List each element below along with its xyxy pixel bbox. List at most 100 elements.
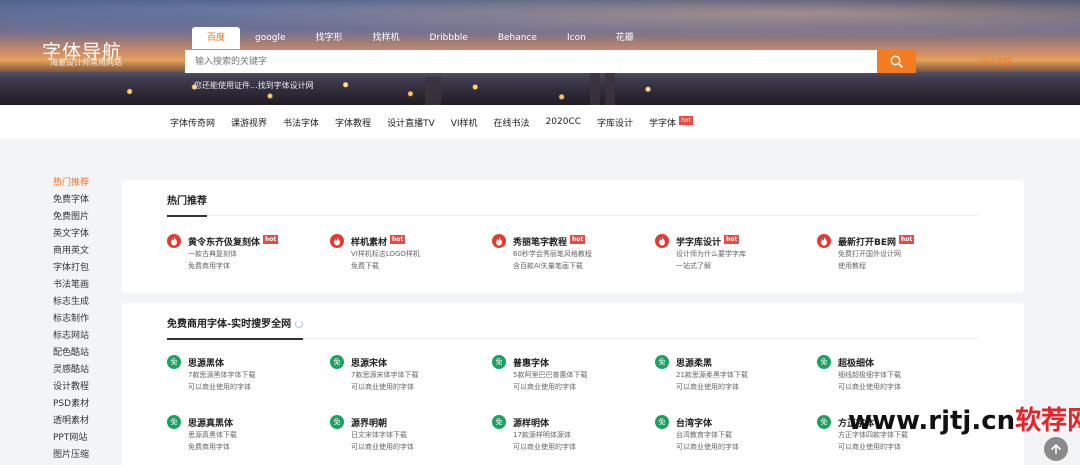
sidebar-item[interactable]: 书法笔画 xyxy=(53,277,113,294)
sidebar-item[interactable]: 字体打包 xyxy=(53,260,113,277)
sidebar-item[interactable]: 标志生成 xyxy=(53,294,113,311)
tab-behance[interactable]: Behance xyxy=(483,27,552,49)
nav-item[interactable]: 书法字体 xyxy=(283,116,319,129)
nav-item[interactable]: VI样机 xyxy=(451,116,478,129)
sidebar-item[interactable]: 图片压缩 xyxy=(53,447,113,464)
hot-recommend-card: 热门推荐 黄令东齐伋复刻体 hot 一款古典复刻体 免费商用字体 样机素材 hot … xyxy=(122,180,1024,293)
search-input[interactable] xyxy=(185,50,877,73)
item-desc: 60秒学会秀丽笔风格教程 xyxy=(513,250,592,258)
fire-icon xyxy=(330,234,344,248)
hot-badge: hot xyxy=(263,235,279,244)
tab-huaban[interactable]: 花瓣 xyxy=(601,27,649,49)
hot-badge: hot xyxy=(679,115,693,125)
item-label: 黄令东齐伋复刻体 xyxy=(188,238,261,248)
site-watermark: www.rjtj.cn软荐网 xyxy=(848,400,1080,437)
tab-find-glyph[interactable]: 找字形 xyxy=(301,27,358,49)
nav-item[interactable]: 设计直播TV xyxy=(387,116,435,129)
sidebar-item[interactable]: 英文字体 xyxy=(53,226,113,243)
watermark-brand: 软荐网 xyxy=(1015,406,1080,436)
item-desc: 一站式了解 xyxy=(676,262,711,270)
item-label: 学字库设计 xyxy=(676,238,722,248)
item-desc: 含百款AI矢量笔画下载 xyxy=(513,262,583,270)
item-desc: 免费商用字体 xyxy=(188,443,230,451)
item-desc: 使用教程 xyxy=(838,262,866,270)
sidebar-item[interactable]: 商用英文 xyxy=(53,243,113,260)
search-hint[interactable]: 您还能使用证件...找到字体设计网 xyxy=(194,80,314,91)
tab-find-mockup[interactable]: 找样机 xyxy=(358,27,415,49)
item-desc: 一款古典复刻体 xyxy=(188,250,237,258)
item-name: 超极细体 xyxy=(838,359,875,369)
item-name: 台湾字体 xyxy=(676,419,713,429)
nav-item[interactable]: 课游视界 xyxy=(231,116,267,129)
nav-item[interactable]: 字库设计 xyxy=(597,116,633,129)
card-title-text: 免费商用字体-实时搜罗全网 xyxy=(167,319,292,330)
item-name: 思源真黑体 xyxy=(188,419,234,429)
search-engine-tabs: 百度 google 找字形 找样机 Dribbble Behance Icon … xyxy=(192,27,649,49)
sidebar-item[interactable]: 标志网站 xyxy=(53,328,113,345)
item-name: 思源黑体 xyxy=(188,359,225,369)
sidebar-item[interactable]: 标志制作 xyxy=(53,311,113,328)
free-icon: 免 xyxy=(492,415,506,429)
free-icon: 免 xyxy=(330,415,344,429)
sidebar-item[interactable]: 配色酷站 xyxy=(53,345,113,362)
tab-dribbble[interactable]: Dribbble xyxy=(415,27,483,49)
item-name: 源样明体 xyxy=(513,419,550,429)
item-desc: 可以商业使用的字体 xyxy=(513,443,576,451)
site-slogan: 海量设计师常用网站 xyxy=(50,58,122,67)
item-desc: 可以商业使用的字体 xyxy=(351,443,414,451)
nav-item-learn-font[interactable]: 学字体 hot xyxy=(649,115,693,129)
item-desc: 5款阿里巴巴普惠体下载 xyxy=(513,371,588,379)
card-header: 免费商用字体-实时搜罗全网 xyxy=(167,315,979,340)
free-icon: 免 xyxy=(817,415,831,429)
item-desc: 可以商业使用的字体 xyxy=(188,383,251,391)
sidebar-item[interactable]: 灵感酷站 xyxy=(53,362,113,379)
back-to-top-button[interactable] xyxy=(1044,437,1068,461)
nav-item[interactable]: 2020CC xyxy=(546,117,581,127)
item-label: 样机素材 xyxy=(351,238,388,248)
search-button[interactable] xyxy=(877,50,916,73)
item-name: 最新打开BE网 hot xyxy=(838,235,915,248)
nav-item[interactable]: 字体教程 xyxy=(335,116,371,129)
item-name: 黄令东齐伋复刻体 hot xyxy=(188,235,279,248)
sidebar-item[interactable]: 免费图片 xyxy=(53,209,113,226)
item-name: 样机素材 hot xyxy=(351,235,406,248)
tab-baidu[interactable]: 百度 xyxy=(192,27,241,49)
hero-right-link[interactable]: 设计导航 xyxy=(980,56,1012,67)
search-icon xyxy=(890,55,903,68)
item-desc: 细线超极细字体下载 xyxy=(838,371,901,379)
sidebar-item[interactable]: 热门推荐 xyxy=(53,175,113,192)
item-name: 思源宋体 xyxy=(351,359,388,369)
item-desc: 可以商业使用的字体 xyxy=(676,383,739,391)
watermark-domain: www.rjtj.cn xyxy=(848,406,1016,436)
sidebar-item[interactable]: 透明素材 xyxy=(53,413,113,430)
item-desc: 可以商业使用的字体 xyxy=(351,383,414,391)
loading-icon xyxy=(295,320,304,328)
sidebar-item[interactable]: 免费字体 xyxy=(53,192,113,209)
item-desc: 日文宋体字体下载 xyxy=(351,431,407,439)
item-desc: VI样机标志LOGO样机 xyxy=(351,250,420,258)
hot-badge: hot xyxy=(724,235,740,244)
item-desc: 可以商业使用的字体 xyxy=(676,443,739,451)
sidebar-item[interactable]: 设计教程 xyxy=(53,379,113,396)
free-icon: 免 xyxy=(655,355,669,369)
hero-banner: 字体导航 海量设计师常用网站 百度 google 找字形 找样机 Dribbbl… xyxy=(0,0,1080,105)
hot-badge: hot xyxy=(570,235,586,244)
free-fonts-card: 免费商用字体-实时搜罗全网 免 思源黑体 7款思源黑体字体下载 可以商业使用的字… xyxy=(122,303,1024,465)
free-icon: 免 xyxy=(492,355,506,369)
nav-item-label: 学字体 xyxy=(649,118,677,129)
free-icon: 免 xyxy=(655,415,669,429)
item-desc: 思源真黑体下载 xyxy=(188,431,237,439)
free-icon: 免 xyxy=(167,415,181,429)
item-desc: 17款源样明体源体 xyxy=(513,431,571,439)
sidebar-item[interactable]: PPT网站 xyxy=(53,430,113,447)
fire-icon xyxy=(492,234,506,248)
card-title: 免费商用字体-实时搜罗全网 xyxy=(167,315,304,340)
tab-icon[interactable]: Icon xyxy=(552,27,601,49)
sidebar-item[interactable]: PSD素材 xyxy=(53,396,113,413)
fire-icon xyxy=(167,234,181,248)
nav-item[interactable]: 在线书法 xyxy=(494,116,530,129)
item-desc: 可以商业使用的字体 xyxy=(838,443,901,451)
item-desc: 设计师为什么要学字库 xyxy=(676,250,746,258)
tab-google[interactable]: google xyxy=(240,27,300,49)
nav-item[interactable]: 字体传奇网 xyxy=(170,116,215,129)
